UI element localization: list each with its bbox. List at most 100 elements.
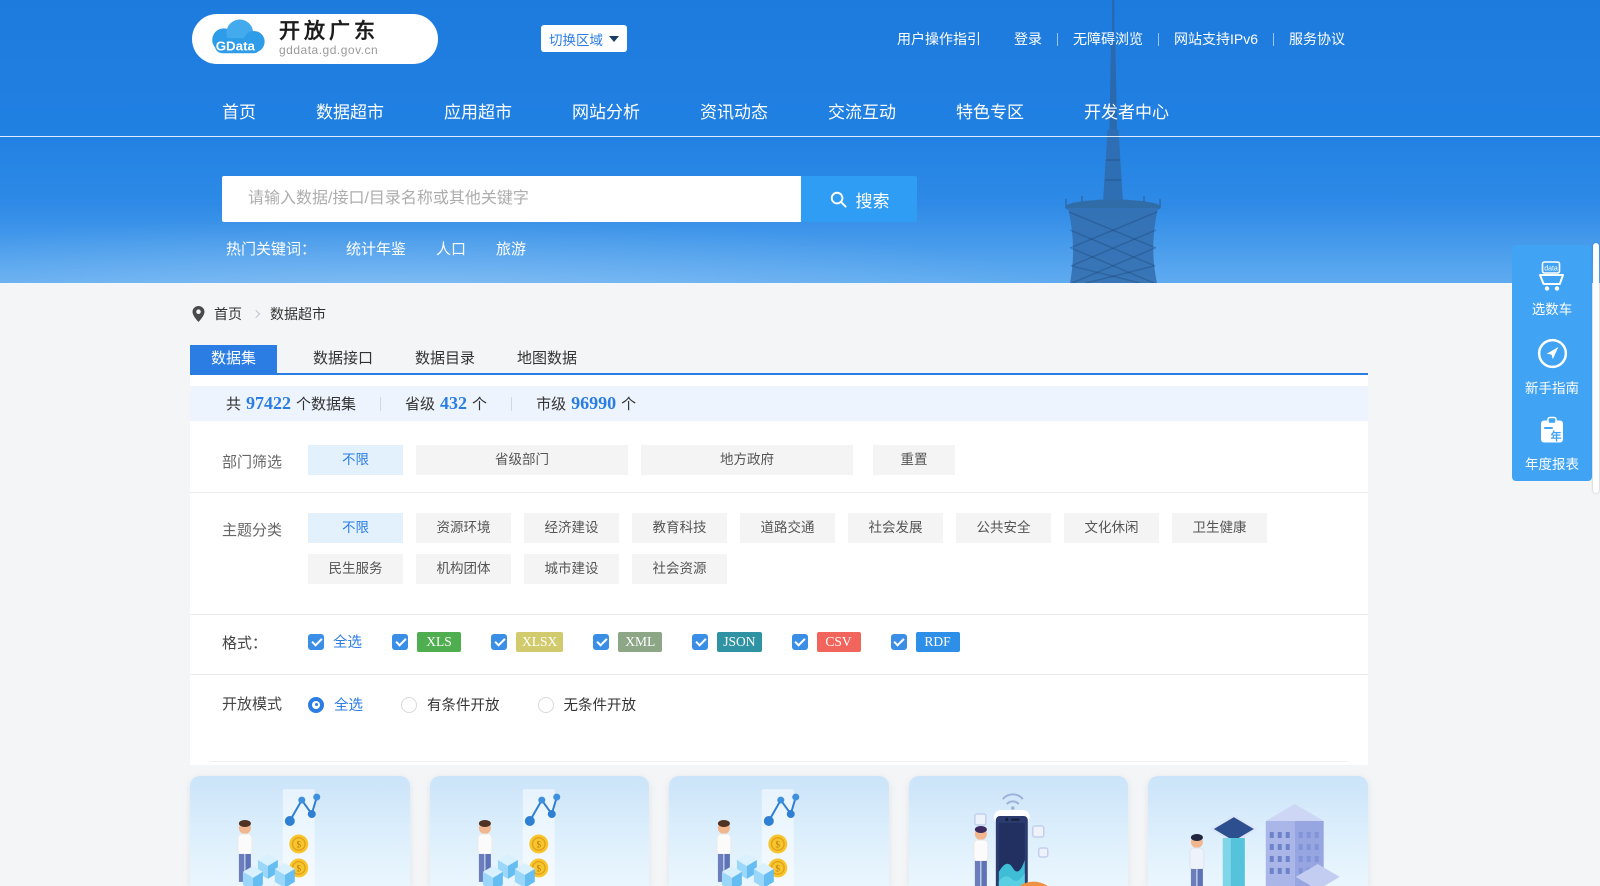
open-mode-conditional-label: 有条件开放 <box>427 698 500 714</box>
tab-data-catalog[interactable]: 数据目录 <box>409 345 481 373</box>
row-divider <box>190 614 1368 615</box>
format-option-xml[interactable]: XML <box>593 631 663 652</box>
tab-dataset[interactable]: 数据集 <box>190 345 278 373</box>
open-mode-option-conditional[interactable]: 有条件开放 <box>401 694 500 715</box>
stats-province-unit: 个 <box>472 396 488 413</box>
checkbox-checked-icon[interactable] <box>308 633 324 650</box>
top-utility-links: 用户操作指引 登录 无障碍浏览 网站支持IPv6 服务协议 <box>897 29 1345 49</box>
tab-map-data[interactable]: 地图数据 <box>511 345 583 373</box>
theme-option-social-dev[interactable]: 社会发展 <box>848 513 943 543</box>
logo-title: 开放广东 <box>279 20 379 43</box>
nav-item-news[interactable]: 资讯动态 <box>700 98 768 123</box>
theme-option-resources-env[interactable]: 资源环境 <box>416 513 511 543</box>
theme-option-unlimited[interactable]: 不限 <box>308 513 403 543</box>
checkbox-checked-icon[interactable] <box>692 633 709 650</box>
radio-selected-icon[interactable] <box>308 696 324 713</box>
main-nav: 首页 数据超市 应用超市 网站分析 资讯动态 交流互动 特色专区 开发者中心 <box>222 84 1169 136</box>
theme-option-social-resources[interactable]: 社会资源 <box>632 554 727 584</box>
breadcrumb-home[interactable]: 首页 <box>214 304 242 324</box>
stats-bar: 共 97422 个数据集 省级 432 个 市级 96990 个 <box>190 386 1368 421</box>
stats-province-label: 省级 <box>405 396 436 413</box>
search-input[interactable] <box>222 176 801 222</box>
nav-item-home[interactable]: 首页 <box>222 98 256 123</box>
svg-text:$: $ <box>297 839 302 849</box>
department-option-unlimited[interactable]: 不限 <box>308 445 403 475</box>
top-link-ipv6[interactable]: 网站支持IPv6 <box>1174 29 1258 49</box>
promo-card-1[interactable]: $ $ <box>190 776 410 886</box>
hot-keyword-tourism[interactable]: 旅游 <box>496 238 526 259</box>
site-logo[interactable]: GData 开放广东 gddata.gd.gov.cn <box>192 14 438 64</box>
promo-card-4[interactable] <box>908 776 1129 886</box>
checkbox-checked-icon[interactable] <box>392 633 408 650</box>
sidebar-item-beginner-guide[interactable]: 新手指南 <box>1525 335 1579 397</box>
search-button[interactable]: 搜索 <box>801 176 917 222</box>
nav-item-interaction[interactable]: 交流互动 <box>828 98 896 123</box>
hot-keyword-population[interactable]: 人口 <box>436 238 466 259</box>
svg-text:$: $ <box>536 863 541 873</box>
checkbox-checked-icon[interactable] <box>890 633 907 650</box>
promo-card-5[interactable] <box>1148 776 1368 886</box>
open-mode-option-unconditional[interactable]: 无条件开放 <box>537 694 636 715</box>
theme-option-urban-construction[interactable]: 城市建设 <box>524 554 619 584</box>
format-select-all[interactable]: 全选 <box>308 631 362 652</box>
location-pin-icon <box>192 306 205 322</box>
theme-option-public-safety[interactable]: 公共安全 <box>956 513 1051 543</box>
theme-filter-row: 主题分类 不限 资源环境 经济建设 教育科技 道路交通 社会发展 公共安全 文化… <box>190 513 1368 584</box>
region-switch-button[interactable]: 切换区域 <box>541 25 627 52</box>
mobile-app-illustration <box>973 793 1049 886</box>
theme-option-organizations[interactable]: 机构团体 <box>416 554 511 584</box>
format-option-rdf[interactable]: RDF <box>890 631 960 652</box>
nav-item-site-analysis[interactable]: 网站分析 <box>572 98 640 123</box>
logo-domain: gddata.gd.gov.cn <box>279 43 379 57</box>
reset-button[interactable]: 重置 <box>873 445 955 475</box>
top-link-login[interactable]: 登录 <box>1014 29 1042 49</box>
format-option-xlsx[interactable]: XLSX <box>491 631 564 652</box>
dataset-illustration: $ $ <box>716 789 800 886</box>
nav-item-data-market[interactable]: 数据超市 <box>316 98 384 123</box>
search-icon <box>830 191 847 208</box>
row-divider <box>190 674 1368 675</box>
hot-keyword-statistics-yearbook[interactable]: 统计年鉴 <box>346 238 406 259</box>
checkbox-checked-icon[interactable] <box>791 633 808 650</box>
promo-card-2[interactable]: $ $ <box>429 776 650 886</box>
stats-total-value: 97422 <box>246 393 292 413</box>
theme-option-culture-leisure[interactable]: 文化休闲 <box>1064 513 1159 543</box>
annual-report-icon: 年 <box>1541 416 1563 443</box>
nav-item-special-zone[interactable]: 特色专区 <box>956 98 1024 123</box>
format-badge-json: JSON <box>717 631 762 652</box>
hot-keywords-label: 热门关键词： <box>226 241 317 258</box>
scrollbar-thumb[interactable] <box>1593 243 1599 493</box>
promo-card-3[interactable]: $ $ <box>669 776 889 886</box>
format-option-xls[interactable]: XLS <box>392 631 461 652</box>
checkbox-checked-icon[interactable] <box>491 633 507 650</box>
theme-option-road-traffic[interactable]: 道路交通 <box>740 513 835 543</box>
top-link-user-guide[interactable]: 用户操作指引 <box>897 29 981 49</box>
theme-option-livelihood[interactable]: 民生服务 <box>308 554 403 584</box>
hot-keywords: 热门关键词： 统计年鉴 人口 旅游 <box>226 238 526 259</box>
theme-option-health[interactable]: 卫生健康 <box>1172 513 1267 543</box>
tab-data-api[interactable]: 数据接口 <box>307 345 379 373</box>
top-link-service-agreement[interactable]: 服务协议 <box>1289 29 1345 49</box>
svg-text:$: $ <box>776 863 781 873</box>
sidebar-item-label: 年度报表 <box>1525 457 1579 472</box>
theme-option-economy[interactable]: 经济建设 <box>524 513 619 543</box>
stats-city-value: 96990 <box>571 393 617 413</box>
sidebar-item-data-cart[interactable]: data 选数车 <box>1532 259 1572 318</box>
format-option-csv[interactable]: CSV <box>791 631 861 652</box>
breadcrumb-current: 数据超市 <box>270 306 326 322</box>
breadcrumb: 首页 数据超市 <box>192 304 326 324</box>
top-link-accessibility[interactable]: 无障碍浏览 <box>1073 29 1143 49</box>
nav-item-app-market[interactable]: 应用超市 <box>444 98 512 123</box>
sidebar-item-annual-report[interactable]: 年 年度报表 <box>1525 414 1579 473</box>
radio-unselected-icon[interactable] <box>537 696 554 713</box>
nav-item-developer-center[interactable]: 开发者中心 <box>1084 98 1169 123</box>
format-filter-label: 格式： <box>222 635 268 652</box>
department-option-local-gov[interactable]: 地方政府 <box>641 445 853 475</box>
radio-unselected-icon[interactable] <box>401 696 417 713</box>
checkbox-checked-icon[interactable] <box>593 633 610 650</box>
dataset-illustration: $ $ <box>477 789 560 886</box>
department-option-provincial[interactable]: 省级部门 <box>416 445 628 475</box>
format-option-json[interactable]: JSON <box>692 631 762 652</box>
theme-option-education-tech[interactable]: 教育科技 <box>632 513 727 543</box>
open-mode-option-all[interactable]: 全选 <box>308 694 363 715</box>
